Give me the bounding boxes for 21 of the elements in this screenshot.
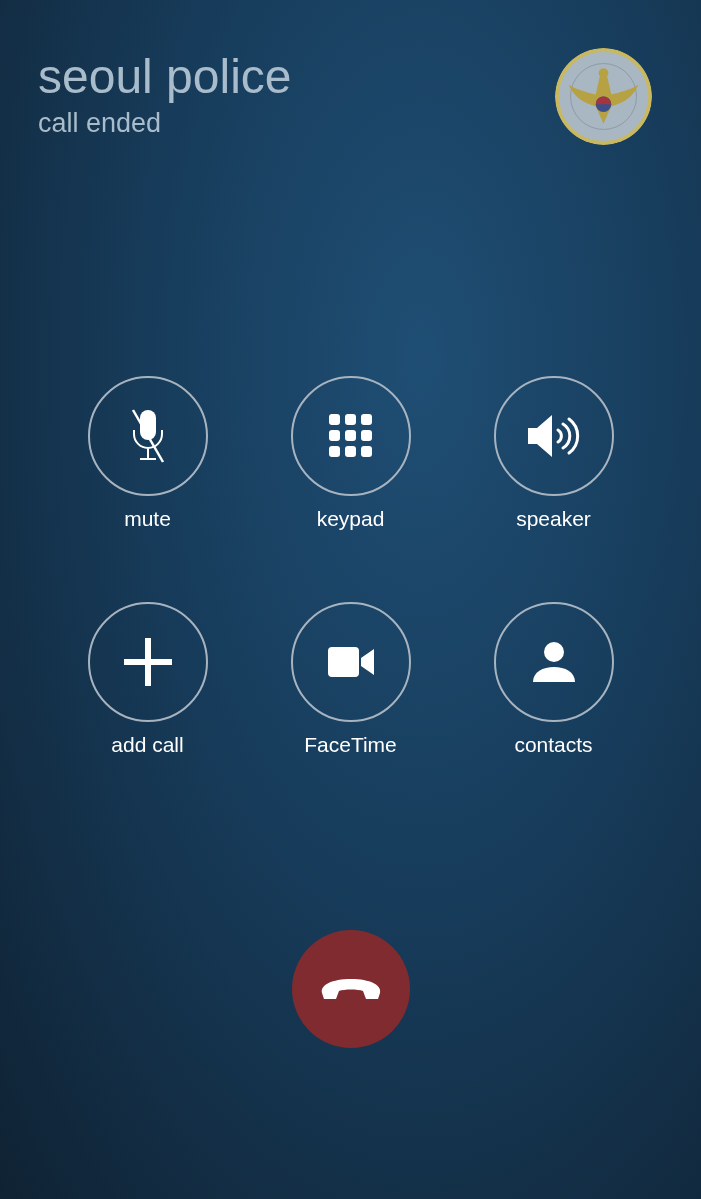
control-label: contacts [514, 732, 593, 758]
person-icon [532, 642, 575, 682]
plus-icon [123, 638, 172, 686]
control-label: add call [111, 732, 184, 758]
phone-handset-icon [319, 977, 382, 1001]
call-control-button[interactable] [493, 602, 614, 722]
control-label: mute [124, 506, 171, 532]
call-control-button[interactable] [493, 376, 614, 496]
control-label: FaceTime [304, 732, 397, 758]
call-status: call ended [38, 107, 163, 140]
contact-name: seoul police [38, 49, 292, 105]
keypad-icon [328, 414, 373, 458]
muted-microphone-icon [129, 408, 166, 464]
call-control-button[interactable] [87, 376, 208, 496]
control-label: keypad [316, 506, 385, 532]
call-control-button[interactable] [87, 602, 208, 722]
video-camera-icon [327, 647, 374, 677]
control-label: speaker [516, 506, 591, 532]
call-control-button[interactable] [290, 376, 411, 496]
speaker-icon [525, 413, 582, 459]
call-control-button[interactable] [290, 602, 411, 722]
